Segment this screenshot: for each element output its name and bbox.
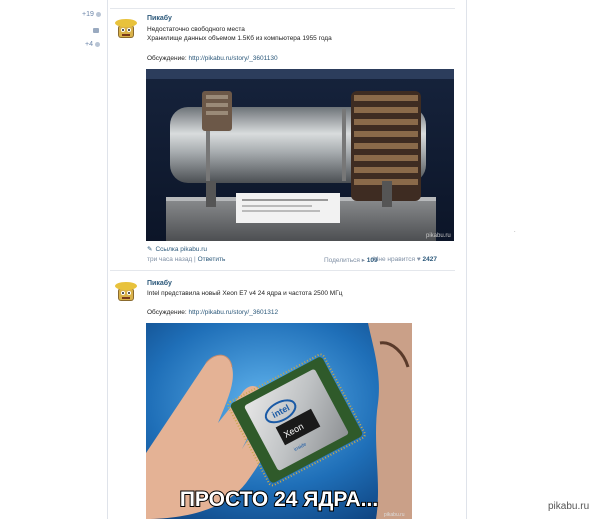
discussion-line: Обсуждение: http://pikabu.ru/story/_3601…: [147, 55, 278, 62]
vote-icon[interactable]: [95, 12, 101, 17]
meme-caption: ПРОСТО 24 ЯДРА...: [180, 488, 378, 511]
author-avatar[interactable]: [113, 278, 139, 304]
post-meta: три часа назад | Ответить: [147, 256, 225, 263]
stray-dot: ·: [514, 229, 516, 235]
reply-link[interactable]: Ответить: [198, 256, 226, 263]
comment-count: +4: [85, 41, 93, 48]
source-link[interactable]: Ссылка pikabu.ru: [155, 246, 207, 253]
comment-icon[interactable]: [93, 28, 99, 33]
discussion-line: Обсуждение: http://pikabu.ru/story/_3601…: [147, 309, 278, 316]
heart-icon: ♥: [416, 256, 421, 263]
post-text-line2: Хранилище данных объемом 1.5Кб из компью…: [147, 35, 332, 42]
post-text-line1: Intel представила новый Xeon E7 v4 24 яд…: [147, 290, 343, 297]
source-link-row[interactable]: ✎ Ссылка pikabu.ru: [147, 245, 207, 254]
discussion-link[interactable]: http://pikabu.ru/story/_3601130: [189, 55, 278, 62]
share-icon: ▸: [361, 257, 365, 264]
page-watermark: pikabu.ru: [548, 501, 590, 512]
xeon-meme-photo: intel Xeon inside ПРОСТО 24 ЯДРА... pika…: [146, 323, 412, 519]
author-avatar[interactable]: [113, 15, 139, 41]
image-watermark: pikabu.ru: [426, 233, 451, 239]
like-count: 2427: [422, 256, 437, 263]
vote-icon[interactable]: [94, 42, 100, 47]
discussion-link[interactable]: http://pikabu.ru/story/_3601312: [189, 309, 279, 316]
feed-right-border: [466, 0, 467, 519]
link-icon: ✎: [147, 246, 153, 253]
drum-memory-photo: pikabu.ru: [146, 69, 454, 241]
like-action[interactable]: Мне нравится ♥ 2427: [373, 256, 437, 263]
post-image-xeon-meme[interactable]: intel Xeon inside ПРОСТО 24 ЯДРА... pika…: [146, 323, 412, 519]
post-image-drum-memory[interactable]: pikabu.ru: [146, 69, 454, 241]
share-action[interactable]: Поделиться ▸ 109: [324, 256, 378, 264]
image-watermark: pikabu.ru: [384, 512, 405, 518]
share-label: Поделиться: [324, 257, 360, 264]
discussion-label: Обсуждение:: [147, 55, 187, 62]
rating-value: +19: [82, 11, 94, 18]
author-name[interactable]: Пикабу: [147, 280, 172, 287]
post-divider: [110, 270, 455, 271]
rating-counter[interactable]: +19: [82, 11, 101, 18]
feed-left-border: [107, 0, 108, 519]
discussion-label: Обсуждение:: [147, 309, 187, 316]
meta-separator: |: [194, 256, 196, 263]
like-label: Мне нравится: [373, 256, 416, 263]
author-name[interactable]: Пикабу: [147, 15, 172, 22]
left-gutter: [0, 0, 107, 519]
post-time[interactable]: три часа назад: [147, 256, 192, 263]
comment-counter[interactable]: +4: [85, 41, 100, 48]
top-divider: [110, 8, 455, 9]
